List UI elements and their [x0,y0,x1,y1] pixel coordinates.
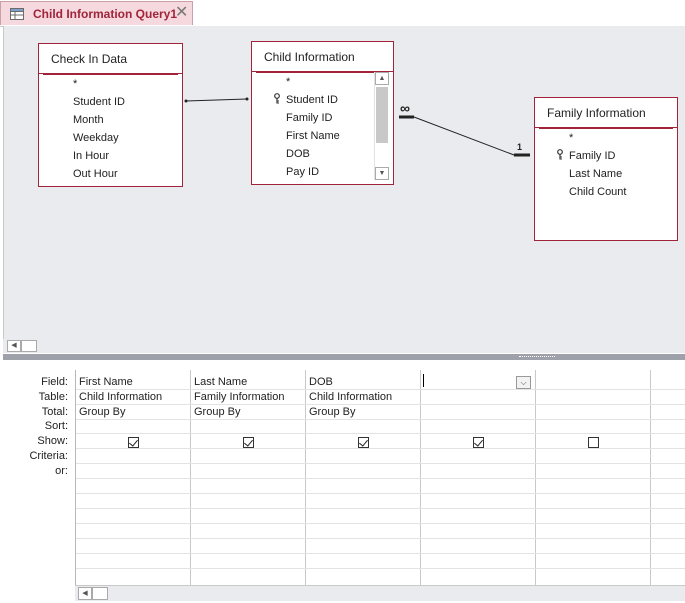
text-cursor [423,374,424,387]
row-divider [76,389,685,390]
cell-field[interactable]: Last Name [194,376,247,388]
splitter-grip[interactable] [519,356,555,359]
row-divider [76,478,685,479]
cell-table[interactable]: Family Information [194,391,284,403]
row-label-table: Table: [38,391,68,403]
one-symbol: 1 [517,142,523,152]
row-divider [76,538,685,539]
row-divider [76,463,685,464]
primary-key-icon [557,149,563,160]
row-divider [76,433,685,434]
field-item[interactable]: DOB [286,148,310,160]
primary-key-icon [274,93,280,104]
table-header[interactable]: Family Information [535,98,677,129]
table-child-information[interactable]: Child Information * Student ID Family ID… [251,41,394,185]
table-title: Family Information [547,106,646,120]
field-item[interactable]: * [569,132,573,144]
field-item[interactable]: Weekday [73,132,119,144]
field-item[interactable]: Out Hour [73,168,118,180]
close-icon[interactable]: ✕ [175,4,188,22]
design-horizontal-scrollbar[interactable]: ◀ [3,339,685,353]
cell-table[interactable]: Child Information [79,391,162,403]
field-item[interactable]: * [73,78,77,90]
cell-table[interactable]: Child Information [309,391,392,403]
field-item[interactable]: Student ID [73,96,125,108]
row-label-field: Field: [41,376,68,388]
table-vertical-scrollbar[interactable]: ▲ ▼ [374,72,389,180]
scroll-left-icon[interactable]: ◀ [7,340,21,352]
document-tab-bar: Child Information Query1 ✕ [0,0,685,27]
grid-horizontal-scrollbar[interactable]: ◀ [75,585,685,601]
row-divider [76,568,685,569]
query-tab-icon [10,8,24,20]
field-item[interactable]: In Hour [73,150,109,162]
show-checkbox[interactable] [243,437,254,448]
row-divider [76,523,685,524]
table-header[interactable]: Check In Data [39,44,182,75]
row-divider [76,493,685,494]
row-divider [76,553,685,554]
row-label-total: Total: [41,406,68,418]
query-design-canvas: ∞ 1 Check In Data * Student ID Month Wee… [3,26,685,339]
cell-total[interactable]: Group By [309,406,355,418]
show-checkbox[interactable] [473,437,484,448]
chevron-down-icon[interactable]: ⌵ [516,376,531,389]
scroll-down-icon[interactable]: ▼ [375,167,389,180]
cell-total[interactable]: Group By [194,406,240,418]
row-label-or: or: [55,465,68,477]
cell-total[interactable]: Group By [79,406,125,418]
field-item[interactable]: Child Count [569,186,626,198]
cell-field[interactable]: DOB [309,376,333,388]
row-divider [76,448,685,449]
query-design-grid[interactable]: First Name Child Information Group By La… [75,370,685,586]
scroll-thumb[interactable] [376,87,388,143]
row-divider [76,404,685,405]
scroll-up-icon[interactable]: ▲ [375,72,389,85]
field-item[interactable]: Student ID [286,94,338,106]
row-divider [76,419,685,420]
scroll-thumb[interactable] [92,587,108,600]
many-symbol: ∞ [400,100,410,116]
tab-title: Child Information Query1 [33,7,178,21]
row-label-sort: Sort: [44,420,68,432]
field-item[interactable]: Month [73,114,104,126]
table-header[interactable]: Child Information [252,42,393,73]
field-item[interactable]: Family ID [569,150,615,162]
query-tab[interactable]: Child Information Query1 ✕ [0,1,193,25]
show-checkbox[interactable] [358,437,369,448]
table-title: Check In Data [51,52,128,66]
field-item[interactable]: * [286,76,290,88]
row-label-show: Show: [37,435,68,447]
cell-field[interactable]: First Name [79,376,133,388]
table-check-in-data[interactable]: Check In Data * Student ID Month Weekday… [38,43,183,187]
field-item[interactable]: Last Name [569,168,622,180]
show-checkbox[interactable] [588,437,599,448]
row-divider [76,508,685,509]
field-item[interactable]: Family ID [286,112,332,124]
field-item[interactable]: First Name [286,130,340,142]
row-label-criteria: Criteria: [29,450,68,462]
field-item[interactable]: Pay ID [286,166,319,178]
scroll-thumb[interactable] [21,340,37,352]
show-checkbox[interactable] [128,437,139,448]
table-title: Child Information [264,50,355,64]
scroll-left-icon[interactable]: ◀ [78,587,92,600]
table-family-information[interactable]: Family Information * Family ID Last Name… [534,97,678,241]
